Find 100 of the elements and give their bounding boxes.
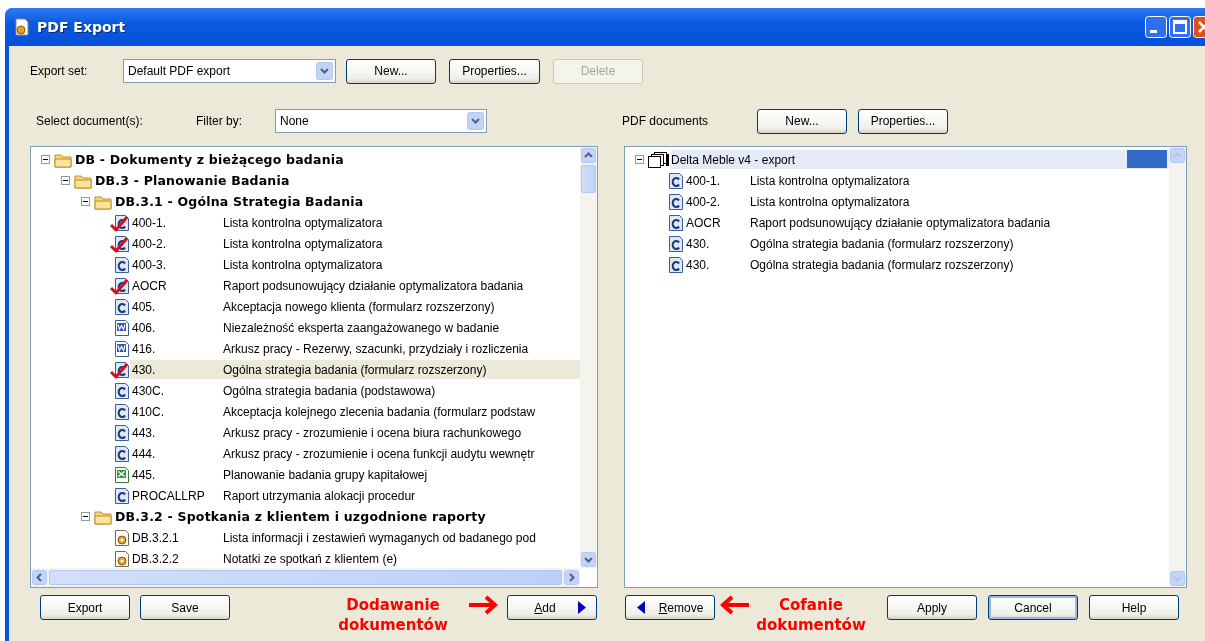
tree-item[interactable]: 400-2. Lista kontrolna optymalizatora: [684, 192, 1169, 211]
cancel-button[interactable]: Cancel: [988, 595, 1078, 620]
folder-label[interactable]: DB - Dokumenty z bieżącego badania: [75, 152, 344, 167]
tree-item[interactable]: 430C. Ogólna strategia badania (podstawowa): [130, 381, 580, 400]
annotation-text: Dodawanie dokumentów: [337, 595, 449, 635]
document-title: Lista kontrolna optymalizatora: [223, 236, 383, 251]
document-title: Planowanie badania grupy kapitałowej: [223, 467, 428, 482]
filter-dropdown[interactable]: None: [275, 109, 487, 133]
horizontal-scrollbar[interactable]: [31, 568, 580, 587]
tree-item[interactable]: 405. Akceptacja nowego klienta (formularz rozszerzony): [130, 297, 580, 316]
new-button[interactable]: New...: [346, 58, 436, 84]
document-title: Ogólna strategia badania (formularz rozszerzony): [750, 257, 1014, 272]
folder-label[interactable]: DB.3 - Planowanie Badania: [95, 173, 290, 188]
folder-label[interactable]: DB.3.2 - Spotkania z klientem i uzgodnione raporty: [115, 509, 486, 524]
arrow-icon: [719, 595, 751, 615]
document-title: Lista kontrolna optymalizatora: [223, 215, 383, 230]
scroll-thumb[interactable]: [49, 570, 562, 585]
document-code: 443.: [131, 425, 157, 440]
tree-item[interactable]: 430. Ogólna strategia badania (formularz rozszerzony): [684, 234, 1169, 253]
stacked-pages-icon: [648, 150, 670, 169]
document-code: 400-2.: [685, 194, 722, 209]
document-code: 416.: [131, 341, 157, 356]
document-code: 445.: [131, 467, 157, 482]
expander-icon[interactable]: [81, 512, 90, 521]
document-title: Lista informacji i zestawień wymaganych od badanego pod: [223, 530, 536, 545]
triangle-icon: [636, 601, 645, 614]
document-code: DB.3.2.1: [131, 530, 180, 545]
expander-icon[interactable]: [61, 176, 70, 185]
document-code: 405.: [131, 299, 157, 314]
folder-label[interactable]: DB.3.1 - Ogólna Strategia Badania: [115, 194, 364, 209]
combo-value: None: [280, 114, 310, 128]
export-button[interactable]: Export: [40, 595, 130, 620]
folder-icon: [54, 151, 72, 168]
properties-button[interactable]: Properties...: [858, 108, 948, 134]
expander-icon[interactable]: [635, 155, 644, 164]
scroll-thumb[interactable]: [581, 165, 596, 193]
tree-item[interactable]: AOCR Raport podsunowujący działanie optymalizatora badania: [684, 213, 1169, 232]
document-icon: [114, 486, 130, 505]
document-code: DB.3.2.2: [131, 551, 180, 566]
tree-item[interactable]: 443. Arkusz pracy - zrozumienie i ocena biura rachunkowego: [130, 423, 580, 442]
document-code: 444.: [131, 446, 157, 461]
tree-item[interactable]: 400-1. Lista kontrolna optymalizatora: [130, 213, 580, 232]
expander-icon[interactable]: [41, 155, 50, 164]
word-document-icon: [114, 339, 130, 358]
document-title: Niezależność eksperta zaangażowanego w badanie: [223, 320, 500, 335]
scroll-right-icon[interactable]: [564, 570, 579, 585]
tree-item[interactable]: 444. Arkusz pracy - zrozumienie i ocena funkcji audytu wewnętr: [130, 444, 580, 463]
tree-item[interactable]: 445. Planowanie badania grupy kapitałowej: [130, 465, 580, 484]
folder-icon: [74, 172, 92, 189]
help-button[interactable]: Help: [1089, 595, 1179, 620]
triangle-icon: [577, 601, 586, 614]
tree-item[interactable]: PROCALLRP Raport utrzymania alokacji procedur: [130, 486, 580, 505]
document-icon: [668, 255, 684, 274]
scroll-up-icon[interactable]: [581, 148, 596, 163]
filter-label: Filter by:: [196, 114, 243, 128]
combo-value: Default PDF export: [128, 64, 232, 78]
document-code: AOCR: [131, 278, 168, 293]
tree-item[interactable]: 430. Ogólna strategia badania (formularz rozszerzony): [130, 360, 580, 379]
document-title: Arkusz pracy - Rezerwy, szacunki, przydziały i rozliczenia: [223, 341, 529, 356]
pdf-documents-label: PDF documents: [622, 114, 710, 128]
document-code: 410C.: [131, 404, 166, 419]
tree-item[interactable]: 400-1. Lista kontrolna optymalizatora: [684, 171, 1169, 190]
document-icon: [114, 381, 130, 400]
scroll-down-icon[interactable]: [581, 552, 596, 567]
tree-item[interactable]: 406. Niezależność eksperta zaangażowanego w badanie: [130, 318, 580, 337]
document-icon: [668, 234, 684, 253]
tree-item[interactable]: 430. Ogólna strategia badania (formularz rozszerzony): [684, 255, 1169, 274]
minimize-icon[interactable]: [1145, 16, 1167, 38]
document-code: 400-3.: [131, 257, 168, 272]
tree-item[interactable]: DB.3.2.2 Notatki ze spotkań z klientem (e): [130, 549, 580, 568]
document-code: 400-2.: [131, 236, 168, 251]
word-document-icon: [114, 318, 130, 337]
save-button[interactable]: Save: [140, 595, 230, 620]
document-title: Akceptacja nowego klienta (formularz rozszerzony): [223, 299, 495, 314]
scroll-left-icon[interactable]: [32, 570, 47, 585]
tree-item[interactable]: AOCR Raport podsunowujący działanie optymalizatora badania: [130, 276, 580, 295]
tree-item[interactable]: DB.3.2.1 Lista informacji i zestawień wymaganych od badanego pod: [130, 528, 580, 547]
gear-document-icon: [114, 528, 130, 547]
properties-button[interactable]: Properties...: [449, 58, 540, 84]
document-icon: [668, 213, 684, 232]
tree-item[interactable]: 416. Arkusz pracy - Rezerwy, szacunki, przydziały i rozliczenia: [130, 339, 580, 358]
document-title: Raport podsunowujący działanie optymalizatora badania: [750, 215, 1051, 230]
document-code: 430.: [685, 236, 711, 251]
expander-icon[interactable]: [81, 197, 90, 206]
arrow-icon: [467, 595, 499, 615]
tree-root-item[interactable]: Delta Meble v4 - export: [671, 150, 1169, 169]
tree-item[interactable]: 400-3. Lista kontrolna optymalizatora: [130, 255, 580, 274]
tree-item[interactable]: 410C. Akceptacja kolejnego zlecenia badania (formularz podstaw: [130, 402, 580, 421]
document-title: Akceptacja kolejnego zlecenia badania (formularz podstaw: [223, 404, 536, 419]
tree-item[interactable]: 400-2. Lista kontrolna optymalizatora: [130, 234, 580, 253]
remove-button[interactable]: Remove: [625, 595, 715, 620]
maximize-icon[interactable]: [1169, 16, 1191, 38]
export-set-dropdown[interactable]: Default PDF export: [123, 59, 336, 83]
vertical-scrollbar[interactable]: [580, 147, 597, 568]
apply-button[interactable]: Apply: [887, 595, 977, 620]
document-icon: [114, 402, 130, 421]
add-button[interactable]: Add: [507, 595, 597, 620]
export-set-label: Export set:: [30, 64, 89, 78]
selection-marker: [1127, 150, 1167, 168]
new-button[interactable]: New...: [757, 108, 847, 134]
